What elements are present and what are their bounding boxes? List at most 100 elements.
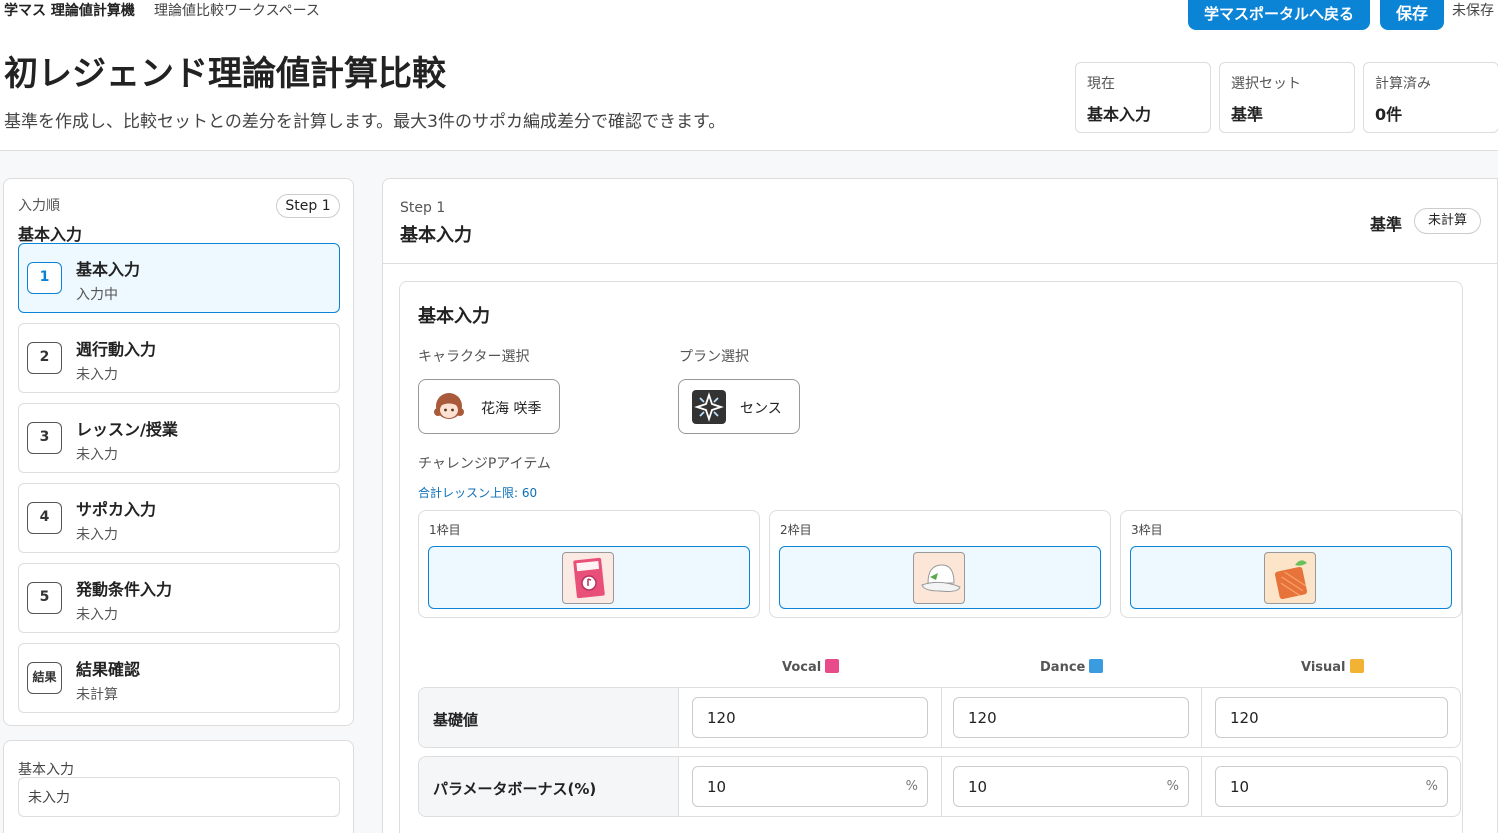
step-title: 結果確認 [76, 660, 141, 679]
character-label: キャラクター選択 [418, 349, 530, 365]
step-number: 1 [27, 262, 62, 294]
column-head-vocal: Vocal [782, 659, 840, 675]
lesson-limit: 合計レッスン上限: 60 [418, 486, 538, 500]
status-card-selected-set: 選択セット 基準 [1219, 62, 1355, 133]
vocal-base-input[interactable]: 120 [692, 697, 928, 738]
step-number: 結果 [27, 662, 62, 694]
percent-unit: % [905, 779, 918, 794]
step-item-weekly-action[interactable]: 2 週行動入力 未入力 [18, 323, 340, 393]
main-panel: Step 1 基本入力 基準 未計算 基本入力 キャラクター選択 花海 咲季 プ… [382, 178, 1498, 833]
vocal-icon [825, 659, 840, 673]
percent-unit: % [1425, 779, 1438, 794]
column-divider [1201, 757, 1202, 816]
plan-name: センス [740, 401, 782, 417]
orange-charm-item-icon [1264, 552, 1316, 604]
step-item-support-card[interactable]: 4 サポカ入力 未入力 [18, 483, 340, 553]
app-brand[interactable]: 学マス 理論値計算機 [4, 0, 135, 20]
status-card-value: 0件 [1375, 105, 1403, 124]
step-status: 未入力 [76, 447, 118, 463]
slot-label: 2枠目 [780, 523, 812, 537]
row-label: パラメータボーナス(%) [433, 780, 597, 798]
input-value: 10 [707, 778, 727, 796]
slot-item-button[interactable] [779, 546, 1101, 609]
vocal-book-item-icon [562, 552, 614, 604]
input-value: 120 [707, 709, 736, 727]
challenge-slot-2: 2枠目 [769, 510, 1111, 618]
step-title: レッスン/授業 [76, 420, 178, 439]
portal-back-button[interactable]: 学マスポータルへ戻る [1188, 0, 1370, 30]
step-status: 未計算 [76, 687, 118, 703]
sense-plan-icon [692, 390, 726, 424]
character-avatar-icon [434, 393, 464, 419]
column-name: Visual [1301, 660, 1346, 675]
page-title: 初レジェンド理論値計算比較 [4, 54, 446, 94]
character-select-button[interactable]: 花海 咲季 [418, 379, 560, 434]
status-card-calculated: 計算済み 0件 [1363, 62, 1498, 133]
challenge-slot-3: 3枠目 [1120, 510, 1462, 618]
plan-select-button[interactable]: センス [678, 379, 800, 434]
step-badge: Step 1 [276, 194, 340, 218]
row-label-cell: 基礎値 [419, 688, 679, 747]
step-title: サポカ入力 [76, 500, 157, 519]
step-item-lesson[interactable]: 3 レッスン/授業 未入力 [18, 403, 340, 473]
challenge-item-label: チャレンジPアイテム [418, 456, 551, 472]
row-label: 基礎値 [433, 711, 479, 729]
step-item-basic-input[interactable]: 1 基本入力 入力中 [18, 243, 340, 313]
step-status: 未入力 [76, 527, 118, 543]
card-title: 基本入力 [418, 306, 490, 327]
step-number: 3 [27, 422, 62, 454]
calc-status-badge: 未計算 [1414, 208, 1481, 234]
status-card-label: 現在 [1087, 76, 1115, 92]
main-divider [383, 263, 1498, 264]
visual-base-input[interactable]: 120 [1215, 697, 1448, 738]
visual-icon [1349, 659, 1364, 673]
column-divider [941, 757, 942, 816]
column-head-dance: Dance [1040, 659, 1104, 675]
step-item-trigger-condition[interactable]: 5 発動条件入力 未入力 [18, 563, 340, 633]
status-card-label: 選択セット [1231, 76, 1301, 92]
step-number: 5 [27, 582, 62, 614]
character-name: 花海 咲季 [481, 401, 542, 417]
bucket-hat-item-icon [913, 552, 965, 604]
vocal-bonus-input[interactable]: 10 % [692, 766, 928, 807]
percent-unit: % [1166, 779, 1179, 794]
column-head-visual: Visual [1301, 659, 1364, 675]
visual-bonus-input[interactable]: 10 % [1215, 766, 1448, 807]
summary-label: 基本入力 [18, 762, 74, 778]
page-subtitle: 基準を作成し、比較セットとの差分を計算します。最大3件のサポカ編成差分で確認でき… [4, 112, 726, 132]
status-card-value: 基準 [1231, 105, 1264, 124]
dance-bonus-input[interactable]: 10 % [953, 766, 1189, 807]
slot-item-button[interactable] [1130, 546, 1452, 609]
basic-input-card: 基本入力 キャラクター選択 花海 咲季 プラン選択 センス チャレンジPアイテム… [399, 281, 1463, 833]
input-value: 10 [1230, 778, 1250, 796]
status-card-value: 基本入力 [1087, 105, 1152, 124]
step-number: 4 [27, 502, 62, 534]
column-name: Dance [1040, 660, 1086, 675]
parameter-bonus-row: パラメータボーナス(%) 10 % 10 % 10 % [418, 756, 1461, 817]
dance-base-input[interactable]: 120 [953, 697, 1189, 738]
summary-value: 未入力 [18, 777, 340, 817]
status-card-current: 現在 基本入力 [1075, 62, 1211, 133]
step-title: 週行動入力 [76, 340, 157, 359]
slot-item-button[interactable] [428, 546, 750, 609]
column-name: Vocal [782, 660, 822, 675]
step-item-result[interactable]: 結果 結果確認 未計算 [18, 643, 340, 713]
slot-label: 3枠目 [1131, 523, 1163, 537]
sidebar-current-step: 基本入力 [18, 225, 83, 244]
column-divider [941, 688, 942, 747]
step-status: 未入力 [76, 367, 118, 383]
selected-set-name: 基準 [1370, 215, 1403, 234]
dance-icon [1089, 659, 1104, 673]
step-status: 入力中 [76, 287, 118, 303]
save-button[interactable]: 保存 [1380, 0, 1444, 30]
step-number: 2 [27, 342, 62, 374]
workspace-name: 理論値比較ワークスペース [154, 3, 320, 19]
column-divider [1201, 688, 1202, 747]
step-sidebar: 入力順 基本入力 Step 1 1 基本入力 入力中 2 週行動入力 未入力 3… [3, 178, 354, 726]
base-value-row: 基礎値 120 120 120 [418, 687, 1461, 748]
input-value: 120 [1230, 709, 1259, 727]
sidebar-label: 入力順 [18, 198, 60, 214]
step-title: 発動条件入力 [76, 580, 173, 599]
summary-panel: 基本入力 未入力 [3, 740, 354, 833]
slot-label: 1枠目 [429, 523, 461, 537]
